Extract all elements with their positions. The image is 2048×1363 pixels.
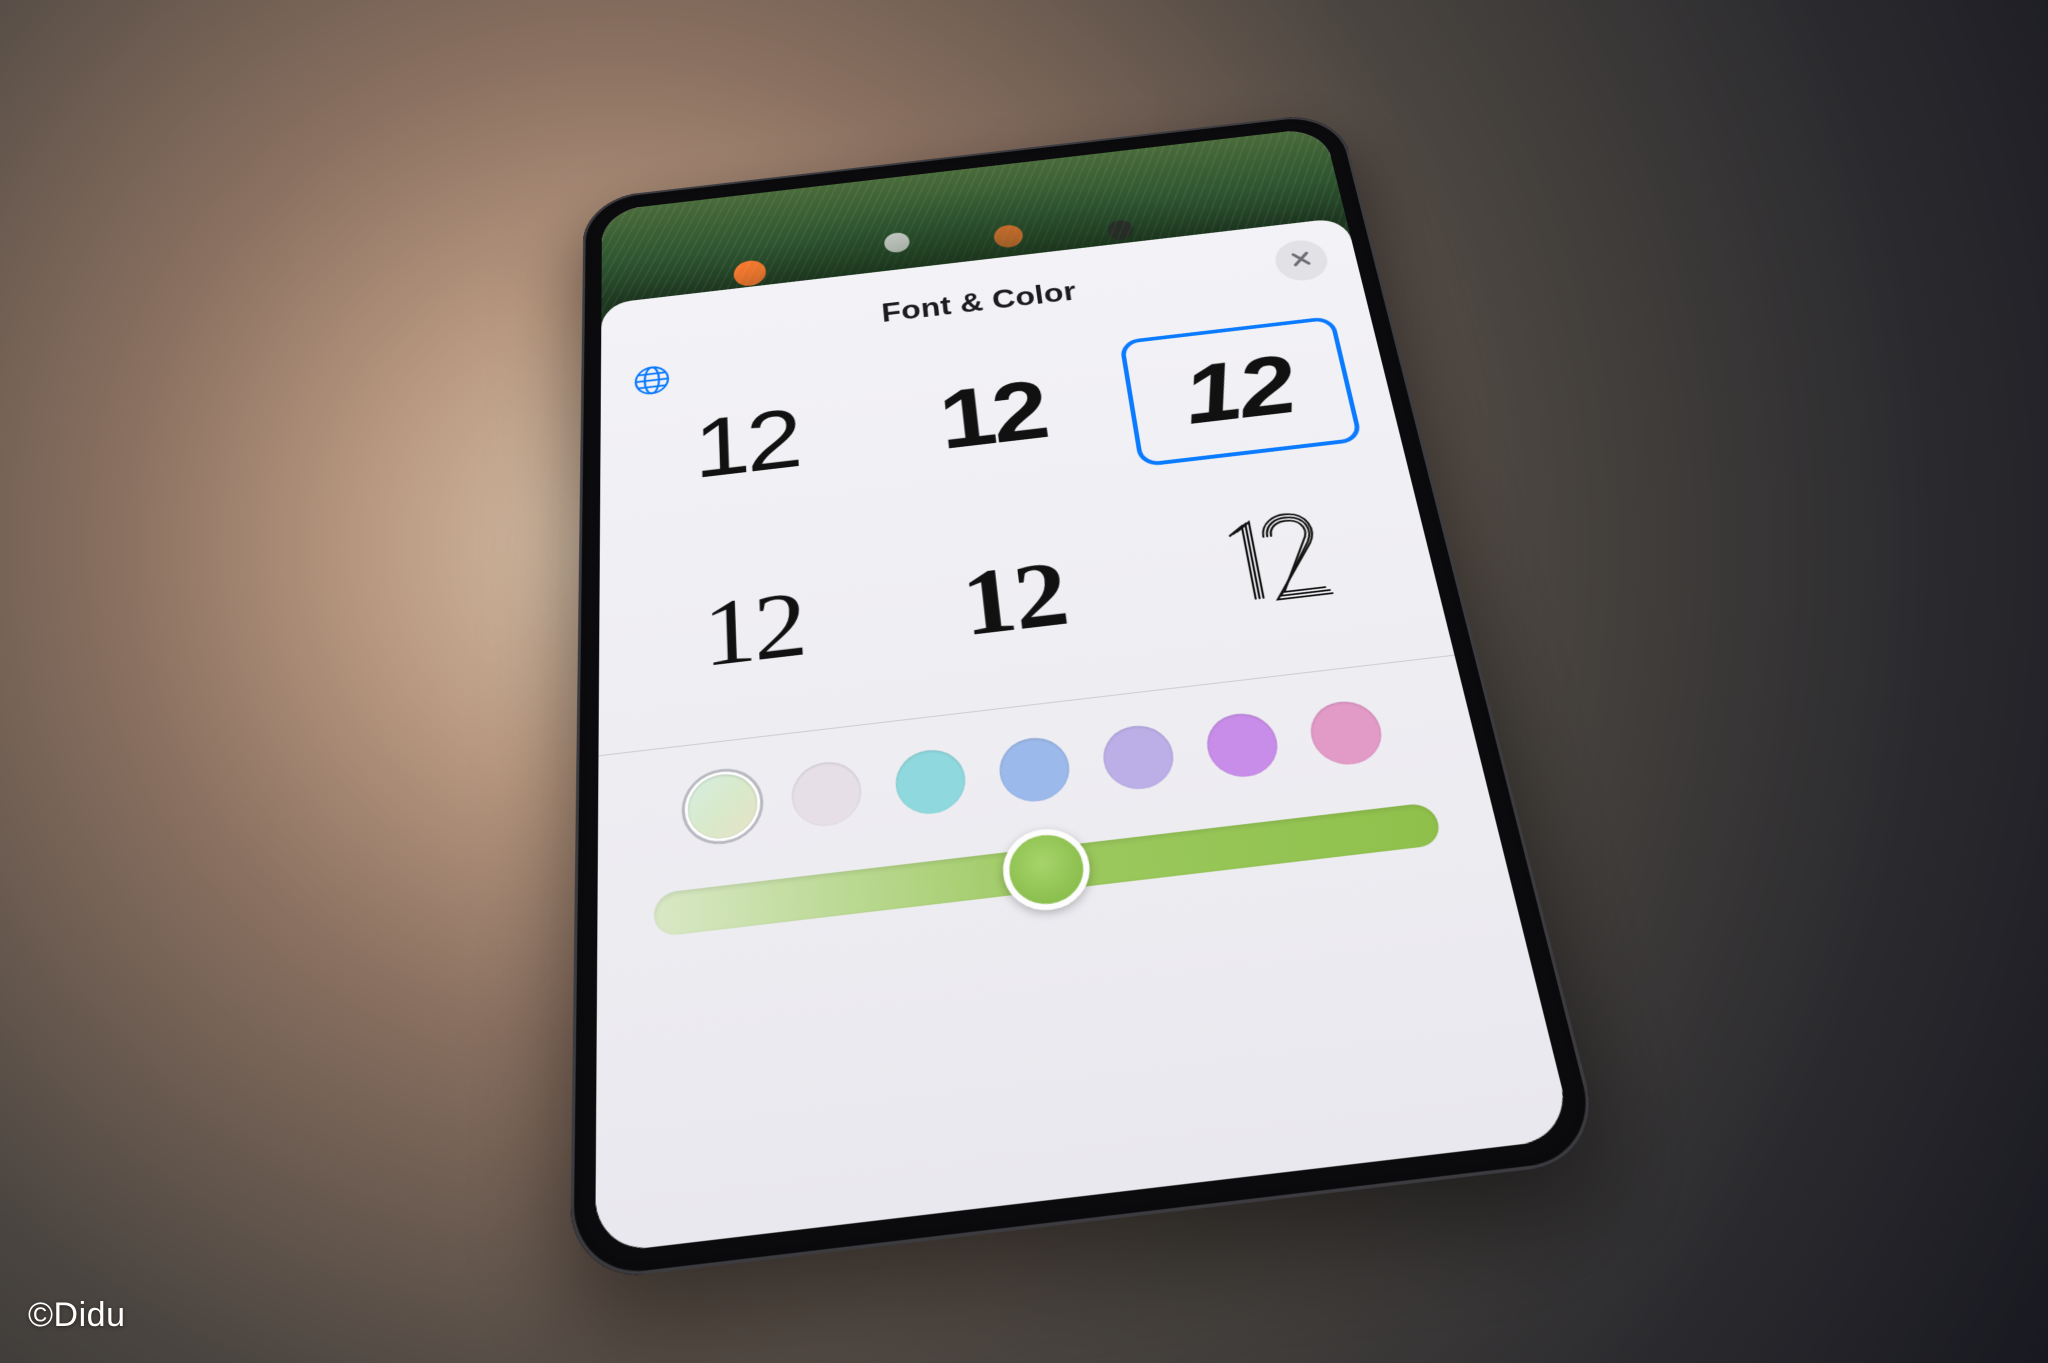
color-swatch-purple[interactable] [1202, 709, 1282, 780]
color-swatch-lavender[interactable] [1099, 722, 1178, 793]
globe-button[interactable] [629, 361, 674, 402]
font-option-sf-bold[interactable]: 12 [878, 344, 1111, 489]
font-option-didot[interactable]: 12 [893, 519, 1140, 680]
font-option-stencil[interactable]: 12 [1119, 315, 1363, 466]
color-swatch-blue[interactable] [996, 734, 1073, 805]
watermark-text: ©Didu [28, 1296, 125, 1335]
color-swatch-pink[interactable] [1305, 697, 1387, 767]
font-option-serif-soft[interactable]: 12 [638, 549, 875, 711]
outline-12-icon [1200, 500, 1350, 637]
sheet-title: Font & Color [880, 276, 1078, 328]
slider-thumb[interactable] [999, 824, 1094, 914]
phone-mockup: Font & Color [570, 111, 1606, 1282]
phone-screen: Font & Color [595, 127, 1574, 1254]
close-button[interactable] [1271, 237, 1331, 282]
color-swatch-lilacgrey[interactable] [790, 758, 863, 829]
font-option-outline[interactable] [1148, 489, 1406, 649]
color-swatch-teal[interactable] [893, 746, 968, 817]
globe-icon [632, 361, 672, 401]
color-swatch-gradient[interactable] [687, 770, 758, 842]
close-icon [1288, 248, 1316, 272]
font-color-sheet: Font & Color [595, 217, 1574, 1254]
